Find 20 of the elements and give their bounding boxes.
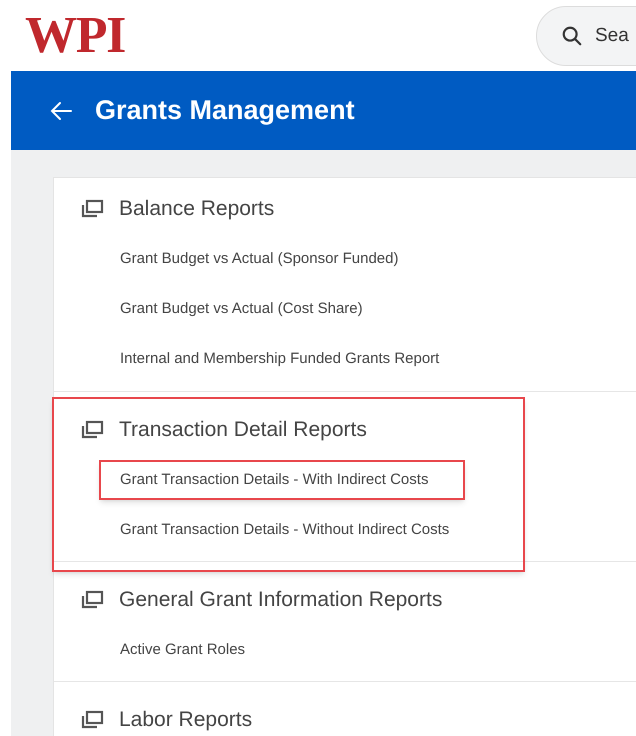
report-link[interactable]: Internal and Membership Funded Grants Report [120, 348, 440, 370]
search-icon [561, 25, 583, 47]
section-heading: General Grant Information Reports [119, 587, 442, 614]
section-heading: Labor Reports [119, 707, 252, 734]
section-heading: Transaction Detail Reports [119, 417, 367, 444]
back-arrow-icon[interactable] [49, 100, 73, 120]
report-link[interactable]: Grant Budget vs Actual (Sponsor Funded) [120, 248, 398, 270]
report-link[interactable]: Grant Budget vs Actual (Cost Share) [120, 298, 363, 320]
report-link[interactable]: Grant Transaction Details - With Indirect Costs [120, 468, 428, 492]
stacked-windows-icon [80, 710, 104, 730]
page-title: Grants Management [95, 94, 355, 128]
search-field[interactable]: Sea [536, 6, 636, 66]
report-link[interactable]: Grant Transaction Details - Without Indirect Costs [120, 518, 450, 542]
logo: WPI [25, 10, 126, 62]
stacked-windows-icon [80, 590, 104, 610]
report-link[interactable]: Active Grant Roles [120, 638, 246, 662]
search-input[interactable]: Sea [595, 22, 636, 50]
stacked-windows-icon [80, 420, 104, 440]
stacked-windows-icon [80, 199, 104, 219]
section-heading: Balance Reports [119, 196, 274, 222]
